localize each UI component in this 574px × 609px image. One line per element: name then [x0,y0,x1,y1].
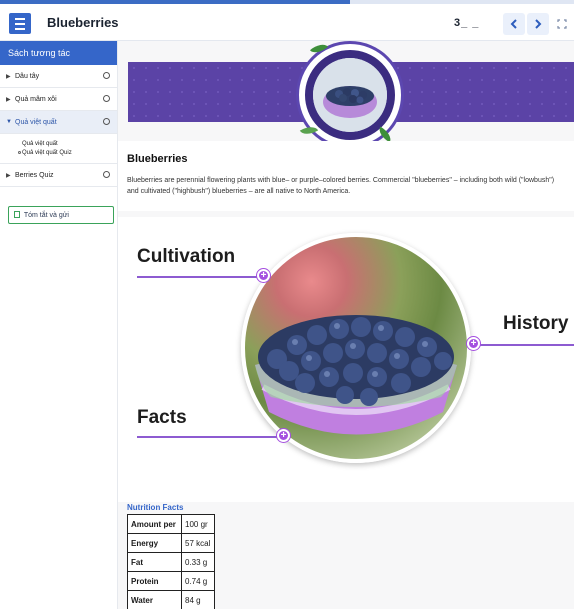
blueberry-photo [241,233,471,463]
hotspot-line [137,276,265,278]
sidebar: Sách tương tác ▶ Dâu tây ▶ Quả mâm xôi ▼… [0,41,118,609]
fullscreen-icon [557,19,567,29]
status-circle-icon [103,72,110,79]
blueberry-bowl-icon [313,58,387,132]
status-circle-icon [18,151,21,154]
banner-blueberry-image [313,58,387,132]
sidebar-item-label: Quả mâm xôi [15,96,57,103]
main-content: Blueberries Blueberries are perennial fl… [118,41,574,609]
nutrition-key: Energy [127,533,182,553]
caret-right-icon: ▶ [6,97,11,103]
nutrition-table: Amount per 100 gr Energy 57 kcal Fat 0.33 g… [127,514,215,609]
caret-down-icon: ▼ [6,119,12,125]
sidebar-item-raspberry[interactable]: ▶ Quả mâm xôi [0,88,117,111]
fullscreen-button[interactable] [551,13,573,35]
status-circle-icon [103,95,110,102]
status-circle-icon [103,171,110,178]
sidebar-item-strawberry[interactable]: ▶ Dâu tây [0,65,117,88]
nutrition-value: 57 kcal [181,533,215,553]
document-icon [14,211,20,218]
nutrition-value: 0.33 g [181,552,215,572]
hotspot-label-cultivation: Cultivation [137,246,236,267]
hotspot-line [137,436,285,438]
chevron-right-icon [535,19,542,29]
hotspot-line [474,344,574,346]
hotspot-image-area: Cultivation + History + Facts + [118,217,574,502]
nutrition-key: Protein [127,571,182,591]
nutrition-key: Fat [127,552,182,572]
sidebar-item-label: Quả việt quất [15,119,57,126]
hotspot-label-history: History [503,313,569,334]
nutrition-title: Nutrition Facts [127,503,184,512]
previous-page-button[interactable] [503,13,525,35]
sidebar-item-berries-quiz[interactable]: ▶ Berries Quiz [0,164,117,187]
nutrition-key: Amount per [127,514,182,534]
caret-right-icon: ▶ [6,74,11,80]
summary-submit-label: Tóm tắt và gửi [23,212,69,219]
caret-right-icon: ▶ [6,173,11,179]
page-counter: 3_ _ [454,17,480,29]
nutrition-facts: Nutrition Facts Amount per 100 gr Energy 5… [127,503,215,609]
summary-submit-button[interactable]: Tóm tắt và gửi [8,206,114,224]
sidebar-subitem-blueberry-quiz[interactable]: Quả việt quất Quiz [0,148,117,157]
sidebar-subitem-label: Quả việt quất Quiz [22,150,72,156]
app-title: Blueberries [47,15,119,30]
intro-title: Blueberries [127,153,188,165]
sidebar-item-blueberry[interactable]: ▼ Quả việt quất [0,111,117,134]
intro-card: Blueberries Blueberries are perennial fl… [118,141,574,211]
status-circle-icon [103,118,110,125]
table-row: Fat 0.33 g [127,552,215,572]
table-row: Amount per 100 gr [127,514,215,534]
table-row: Protein 0.74 g [127,571,215,591]
intro-text: Blueberries are perennial flowering plan… [127,177,555,195]
chevron-left-icon [510,19,517,29]
nutrition-value: 100 gr [181,514,215,534]
table-row: Energy 57 kcal [127,533,215,553]
blueberry-bowl-illustration [255,315,457,435]
sidebar-item-label: Dâu tây [15,73,40,80]
nutrition-value: 84 g [181,590,215,609]
sidebar-item-label: Berries Quiz [15,172,54,179]
hamburger-menu-icon[interactable] [9,13,31,34]
nutrition-value: 0.74 g [181,571,215,591]
hotspot-label-facts: Facts [137,407,187,428]
sidebar-sublist: Quả việt quất Quả việt quất Quiz [0,134,117,164]
hotspot-history-button[interactable]: + [467,337,480,350]
header: Blueberries 3_ _ [0,4,574,41]
next-page-button[interactable] [527,13,549,35]
sidebar-title: Sách tương tác [0,41,117,65]
banner-medallion [299,41,401,146]
hotspot-facts-button[interactable]: + [277,429,290,442]
nutrition-key: Water [127,590,182,609]
table-row: Water 84 g [127,590,215,609]
sidebar-subitem-blueberry[interactable]: Quả việt quất [0,139,117,148]
hotspot-cultivation-button[interactable]: + [257,269,270,282]
